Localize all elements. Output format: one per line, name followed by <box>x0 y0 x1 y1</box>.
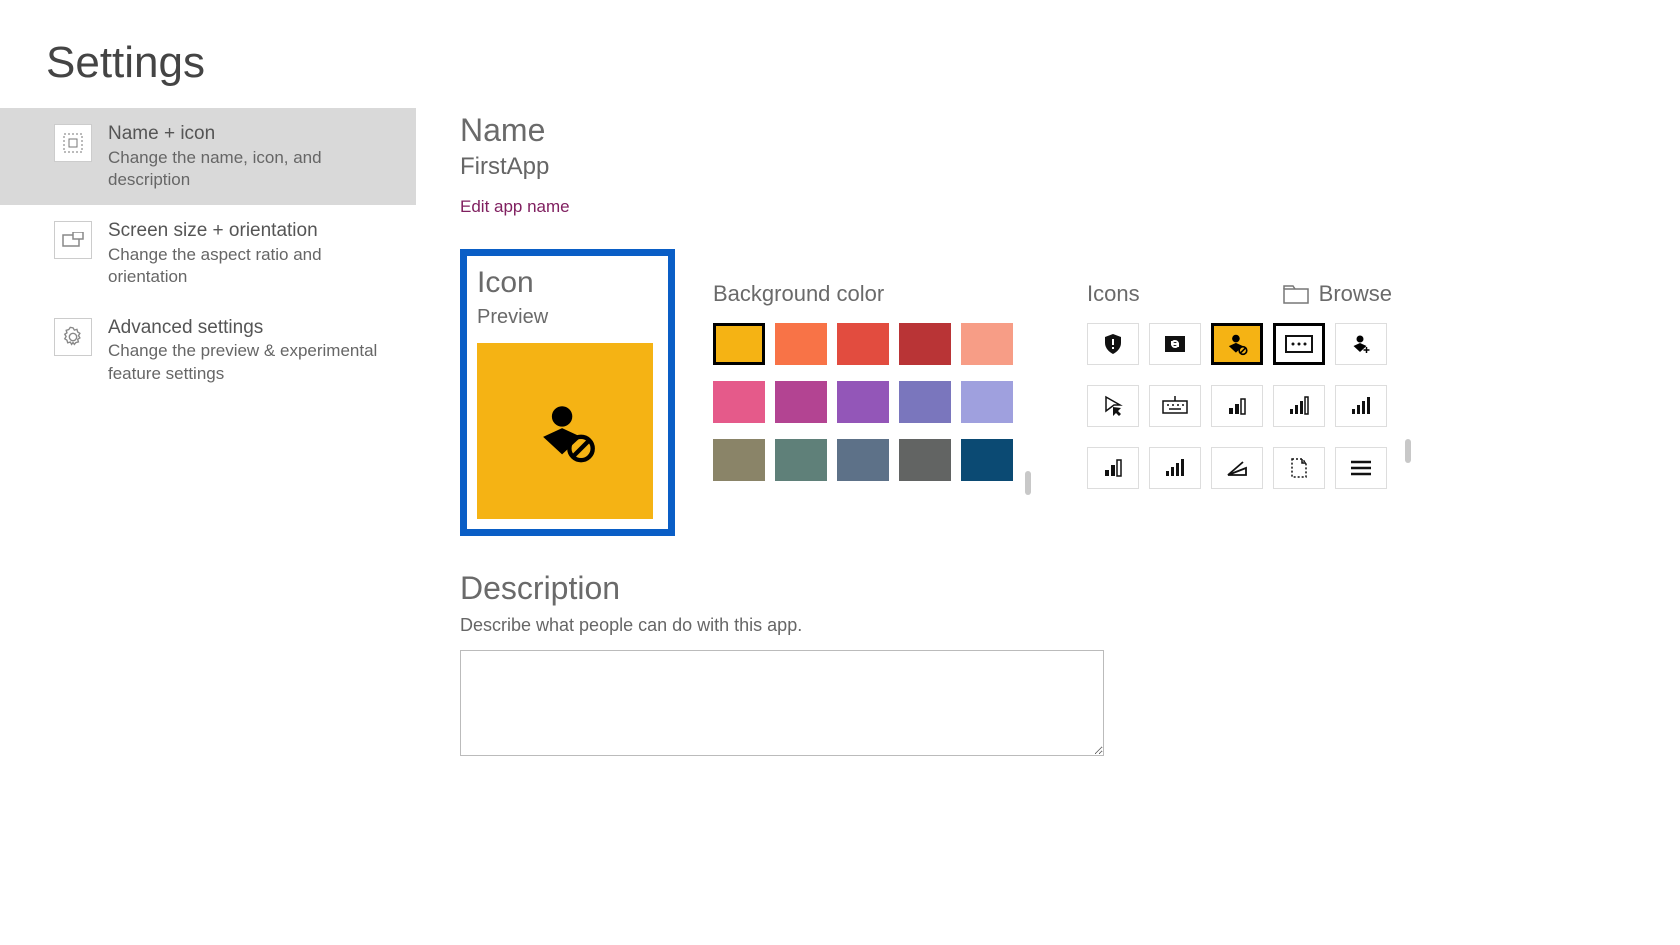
app-name-value: FirstApp <box>460 153 1680 181</box>
sidebar-item-advanced[interactable]: Advanced settings Change the preview & e… <box>0 302 416 399</box>
page-title: Settings <box>0 0 1680 108</box>
menu-lines-icon[interactable] <box>1335 447 1387 489</box>
color-swatch[interactable] <box>961 439 1013 481</box>
sidebar-item-title: Screen size + orientation <box>108 219 398 244</box>
color-swatch[interactable] <box>899 323 951 365</box>
sidebar-item-text: Screen size + orientation Change the asp… <box>108 219 398 288</box>
color-swatch[interactable] <box>899 381 951 423</box>
sidebar-item-screen-size[interactable]: Screen size + orientation Change the asp… <box>0 205 416 302</box>
icons-header: Icons Browse <box>1087 281 1392 307</box>
description-heading: Description <box>460 570 1680 607</box>
sidebar-item-text: Advanced settings Change the preview & e… <box>108 316 398 385</box>
browse-label: Browse <box>1319 281 1392 307</box>
description-section: Description Describe what people can do … <box>460 570 1680 761</box>
page-dashed-icon[interactable] <box>1273 447 1325 489</box>
description-textarea[interactable] <box>460 650 1104 756</box>
pointer-click-icon[interactable] <box>1087 385 1139 427</box>
sidebar-item-text: Name + icon Change the name, icon, and d… <box>108 122 398 191</box>
bars-3b-icon[interactable] <box>1087 447 1139 489</box>
icons-section: Icons Browse <box>1087 249 1392 536</box>
color-swatch[interactable] <box>713 439 765 481</box>
color-swatch[interactable] <box>837 323 889 365</box>
color-swatch[interactable] <box>713 381 765 423</box>
screen-icon <box>54 221 92 259</box>
color-swatch[interactable] <box>961 323 1013 365</box>
icon-preview-tile <box>477 343 653 519</box>
icon-section-highlight: Icon Preview <box>460 249 675 536</box>
browse-button[interactable]: Browse <box>1283 281 1392 307</box>
refresh-card-icon[interactable] <box>1149 323 1201 365</box>
name-heading: Name <box>460 112 1680 149</box>
bars-3-icon[interactable] <box>1273 385 1325 427</box>
keyboard-icon[interactable] <box>1149 385 1201 427</box>
folder-icon <box>1283 284 1309 304</box>
sidebar-item-title: Advanced settings <box>108 316 398 341</box>
icon-preview-label: Preview <box>477 306 658 329</box>
icon-heading: Icon <box>477 266 658 300</box>
bgcolor-scrollbar[interactable] <box>1025 471 1031 495</box>
bgcolor-heading: Background color <box>713 281 1013 307</box>
color-swatch[interactable] <box>775 439 827 481</box>
color-swatch[interactable] <box>775 323 827 365</box>
user-add-icon[interactable] <box>1335 323 1387 365</box>
bars-4b-icon[interactable] <box>1149 447 1201 489</box>
sidebar-item-desc: Change the name, icon, and description <box>108 147 398 191</box>
icon-row: Icon Preview Background color <box>460 249 1680 536</box>
icons-heading: Icons <box>1087 281 1140 307</box>
wedge-icon[interactable] <box>1211 447 1263 489</box>
bars-2-icon[interactable] <box>1211 385 1263 427</box>
color-swatch[interactable] <box>713 323 765 365</box>
bgcolor-section: Background color <box>713 249 1013 536</box>
bars-4-icon[interactable] <box>1335 385 1387 427</box>
card-dots-icon[interactable] <box>1273 323 1325 365</box>
grid-icon <box>54 124 92 162</box>
bgcolor-grid <box>713 323 1013 481</box>
color-swatch[interactable] <box>899 439 951 481</box>
main-layout: Name + icon Change the name, icon, and d… <box>0 108 1680 761</box>
description-hint: Describe what people can do with this ap… <box>460 615 1680 636</box>
gear-icon <box>54 318 92 356</box>
sidebar-item-name-icon[interactable]: Name + icon Change the name, icon, and d… <box>0 108 416 205</box>
color-swatch[interactable] <box>837 439 889 481</box>
color-swatch[interactable] <box>775 381 827 423</box>
shield-alert-icon[interactable] <box>1087 323 1139 365</box>
user-block-icon[interactable] <box>1211 323 1263 365</box>
color-swatch[interactable] <box>837 381 889 423</box>
main-content: Name FirstApp Edit app name Icon Preview <box>416 108 1680 761</box>
edit-app-name-link[interactable]: Edit app name <box>460 197 570 217</box>
name-section: Name FirstApp Edit app name <box>460 112 1680 217</box>
icons-scrollbar[interactable] <box>1405 439 1411 463</box>
sidebar-item-title: Name + icon <box>108 122 398 147</box>
sidebar-item-desc: Change the preview & experimental featur… <box>108 340 398 384</box>
user-block-icon <box>530 396 600 466</box>
color-swatch[interactable] <box>961 381 1013 423</box>
sidebar-item-desc: Change the aspect ratio and orientation <box>108 244 398 288</box>
icon-grid <box>1087 323 1392 489</box>
sidebar: Name + icon Change the name, icon, and d… <box>0 108 416 761</box>
